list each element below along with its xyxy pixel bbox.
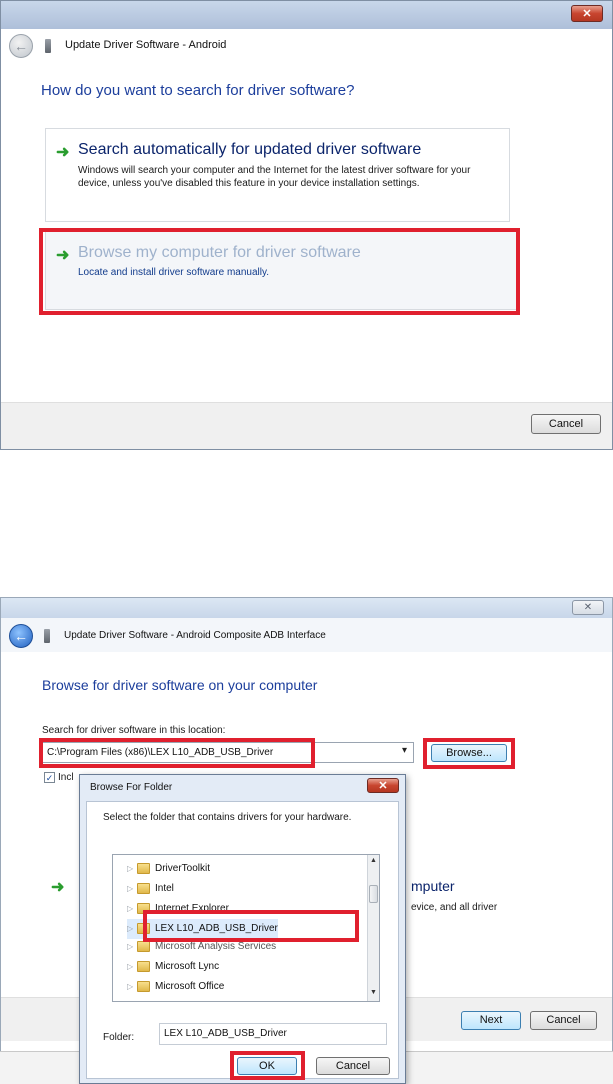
expand-arrow-icon[interactable]: ▷: [127, 859, 137, 879]
vertical-scrollbar[interactable]: ▲ ▼: [367, 855, 379, 1001]
tree-item-label: Microsoft Office: [155, 981, 225, 992]
expand-arrow-icon[interactable]: ▷: [127, 937, 137, 957]
tree-item-label: Microsoft Analysis Services: [155, 941, 277, 952]
folder-label: Folder:: [103, 1032, 135, 1043]
update-driver-dialog-1: ✕ ← Update Driver Software - Android How…: [0, 0, 613, 450]
tree-item[interactable]: ▷ DriverToolkit: [127, 859, 210, 879]
browse-for-folder-dialog: Browse For Folder ✕ Select the folder th…: [79, 774, 406, 1084]
tree-item[interactable]: ▷ Microsoft Lync: [127, 957, 219, 977]
instruction-text: Select the folder that contains drivers …: [103, 812, 352, 823]
close-icon[interactable]: ✕: [367, 778, 399, 793]
tree-item[interactable]: ▷ Intel: [127, 879, 174, 899]
dialog-footer: Cancel: [1, 402, 612, 449]
tree-item-label: DriverToolkit: [155, 863, 211, 874]
next-button[interactable]: Next: [461, 1011, 521, 1030]
dropdown-arrow-icon[interactable]: ▾: [402, 745, 407, 756]
option-title: Search automatically for updated driver …: [78, 141, 422, 158]
window-title: Update Driver Software - Android: [65, 39, 227, 51]
search-location-label: Search for driver software in this locat…: [42, 725, 226, 736]
dialog-title: Browse For Folder: [90, 782, 173, 793]
option-description-fragment: evice, and all driver: [411, 902, 498, 913]
scroll-up-icon[interactable]: ▲: [370, 857, 377, 864]
green-arrow-icon: ➜: [56, 144, 70, 161]
browse-highlight-box: [423, 738, 515, 769]
expand-arrow-icon[interactable]: ▷: [127, 977, 137, 997]
cancel-button[interactable]: Cancel: [530, 1011, 597, 1030]
green-arrow-icon: ➜: [51, 879, 65, 896]
folder-value: LEX L10_ADB_USB_Driver: [164, 1028, 287, 1039]
usb-device-icon: [44, 629, 50, 643]
expand-arrow-icon[interactable]: ▷: [127, 957, 137, 977]
close-icon[interactable]: ✕: [572, 600, 604, 615]
tree-item[interactable]: ▷ Microsoft Office: [127, 977, 224, 997]
back-arrow-icon[interactable]: ←: [9, 34, 33, 58]
cancel-button[interactable]: Cancel: [531, 414, 601, 434]
search-automatically-option[interactable]: ➜ Search automatically for updated drive…: [45, 128, 510, 222]
navigation-bar: ← Update Driver Software - Android Compo…: [1, 618, 612, 652]
folder-icon: [137, 980, 150, 992]
expand-arrow-icon[interactable]: ▷: [127, 899, 137, 919]
option-title-fragment: mputer: [411, 878, 455, 894]
title-bar: ✕: [1, 1, 612, 29]
tree-item-label: Intel: [155, 883, 174, 894]
dialog-body: Select the folder that contains drivers …: [86, 801, 399, 1080]
usb-device-icon: [45, 39, 51, 53]
page-heading: Browse for driver software on your compu…: [42, 677, 318, 693]
option-description: Windows will search your computer and th…: [78, 165, 471, 189]
close-icon[interactable]: ✕: [571, 5, 603, 22]
path-highlight-box: [39, 738, 315, 768]
window-title: Update Driver Software - Android Composi…: [64, 630, 326, 641]
highlight-box: [39, 228, 520, 315]
cancel-button[interactable]: Cancel: [316, 1057, 390, 1075]
folder-input[interactable]: LEX L10_ADB_USB_Driver: [159, 1023, 387, 1045]
expand-arrow-icon[interactable]: ▷: [127, 919, 137, 939]
scrollbar-thumb[interactable]: [369, 885, 378, 903]
folder-icon: [137, 862, 150, 874]
title-bar: ✕: [1, 598, 612, 618]
ok-highlight-box: [230, 1051, 305, 1080]
tree-item-label: Microsoft Lync: [155, 961, 220, 972]
page-heading: How do you want to search for driver sof…: [41, 82, 355, 99]
scroll-down-icon[interactable]: ▼: [370, 989, 377, 996]
include-subfolders-checkbox[interactable]: ✓: [44, 772, 55, 783]
include-subfolders-label: Incl: [58, 772, 74, 783]
folder-icon: [137, 882, 150, 894]
expand-arrow-icon[interactable]: ▷: [127, 879, 137, 899]
folder-highlight-box: [143, 910, 359, 942]
folder-icon: [137, 960, 150, 972]
back-arrow-icon[interactable]: ←: [9, 624, 33, 648]
folder-icon: [137, 940, 150, 952]
